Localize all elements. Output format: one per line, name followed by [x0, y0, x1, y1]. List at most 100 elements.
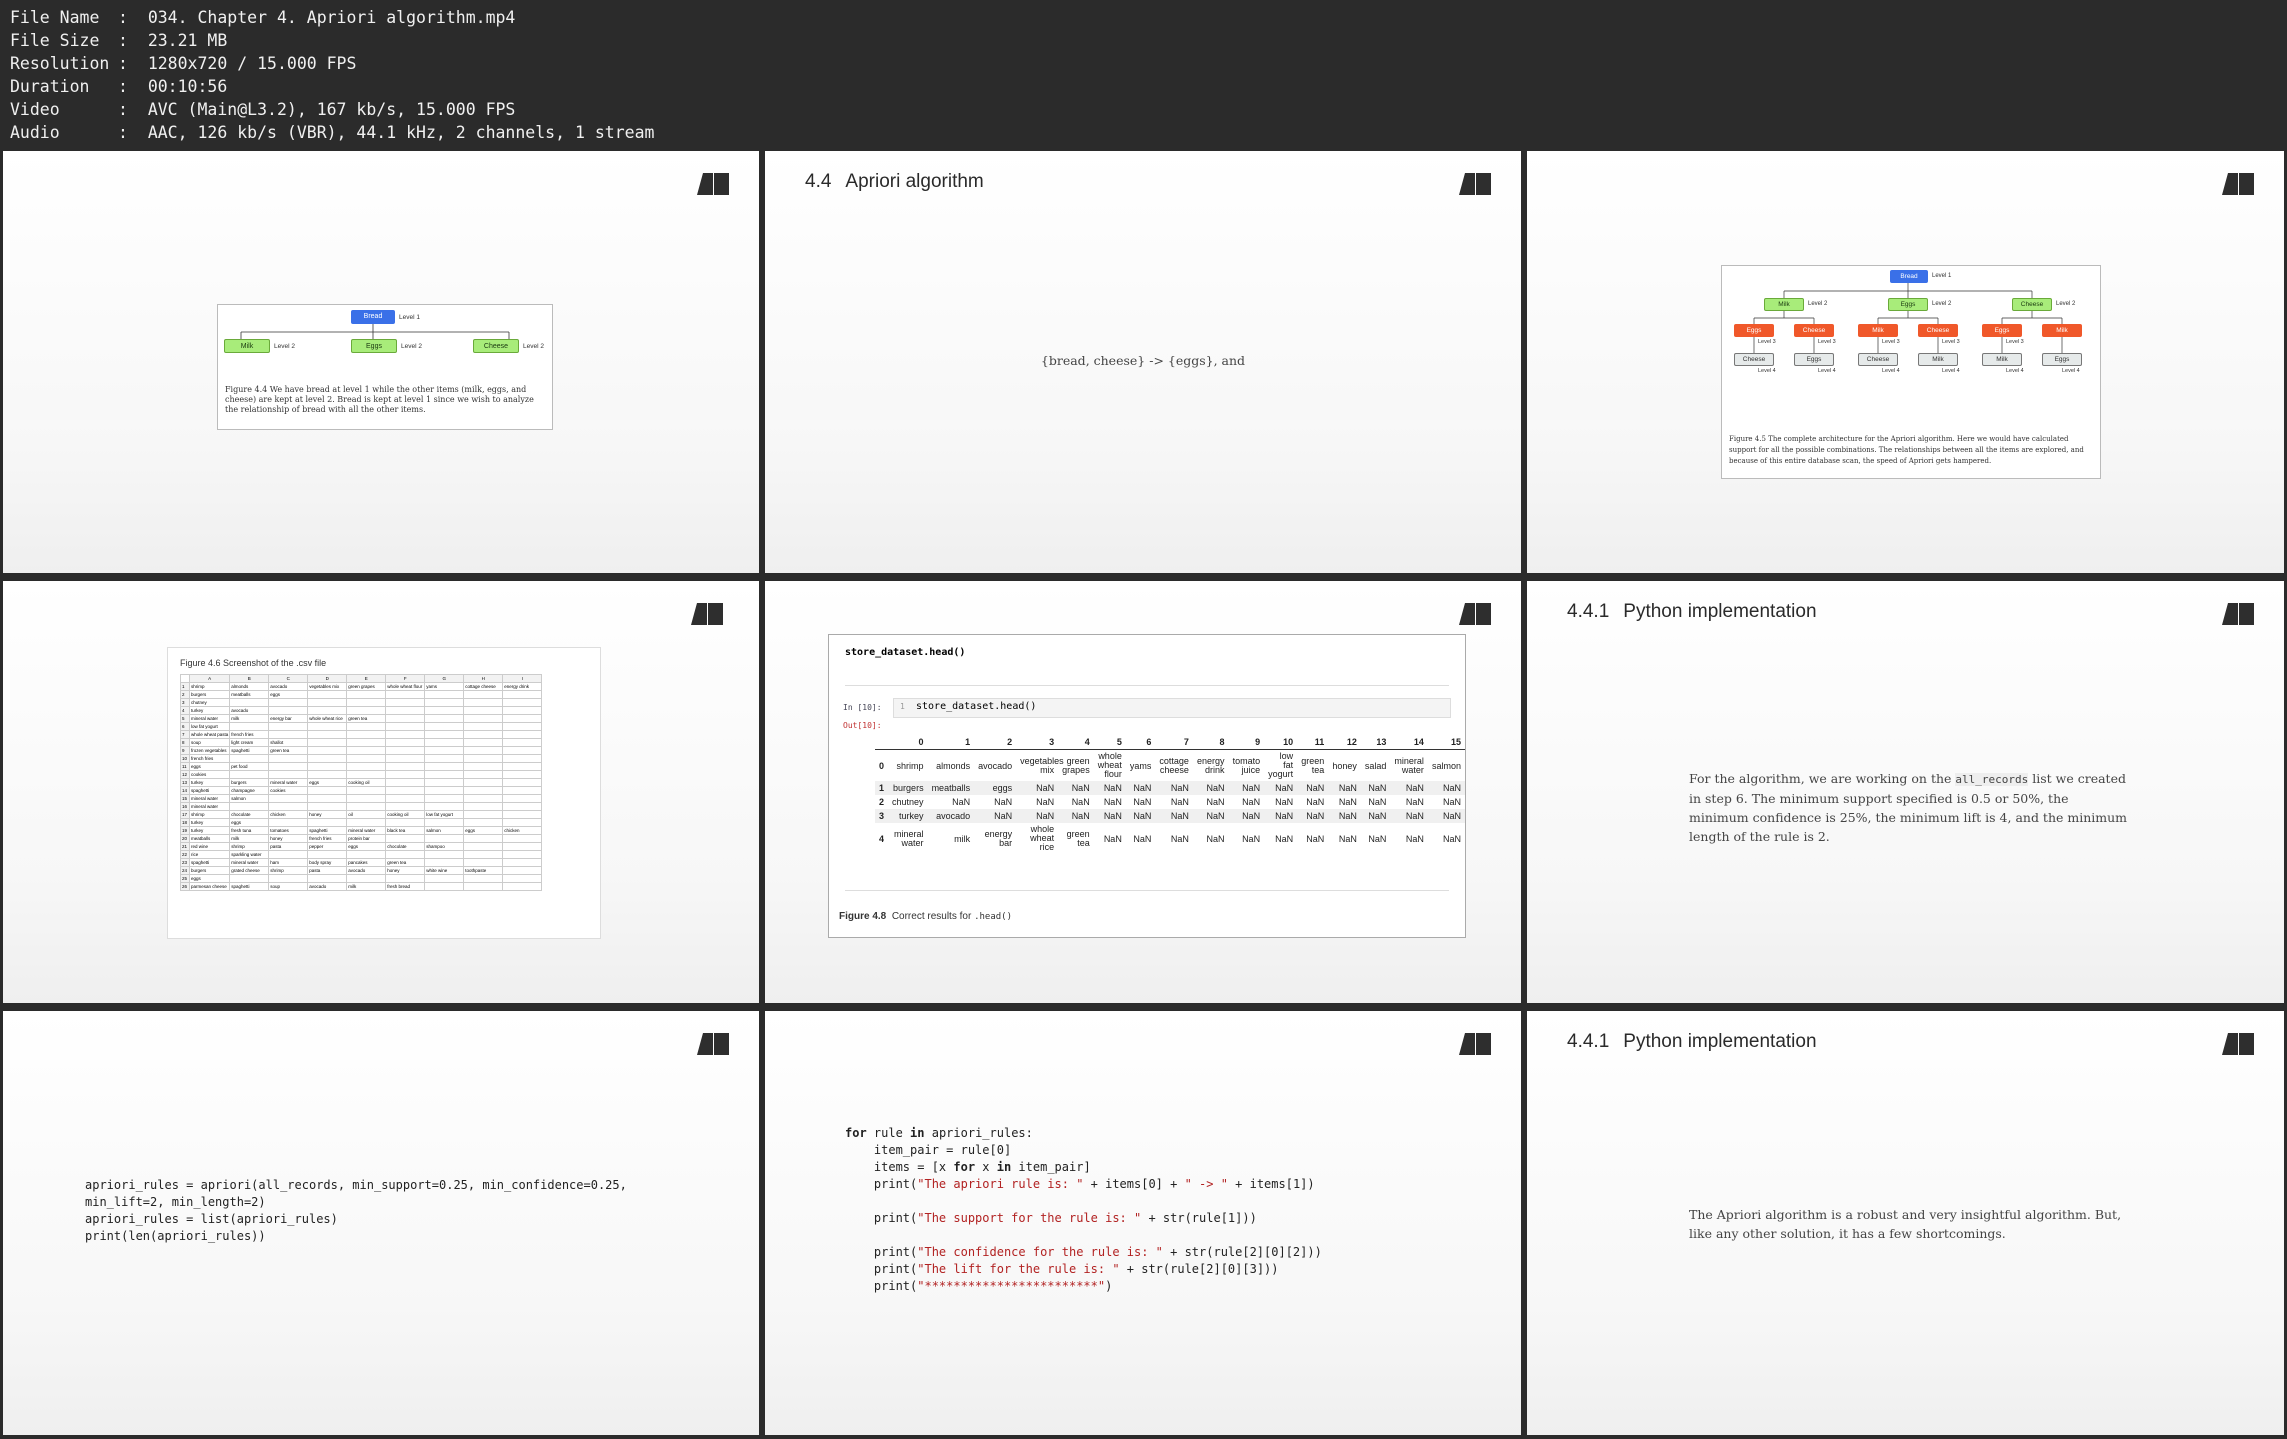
csv-cell: rice	[188, 850, 231, 859]
dataframe-cell: NaN	[1360, 781, 1391, 795]
csv-column-letter: C	[268, 674, 309, 683]
csv-cell	[424, 738, 465, 747]
dataframe-cell: NaN	[1264, 781, 1298, 795]
csv-cell	[346, 698, 387, 707]
csv-cell	[307, 850, 348, 859]
csv-cell	[463, 794, 504, 803]
level-label: Level 2	[1808, 301, 1828, 307]
csv-cell	[385, 834, 426, 843]
thumbnail-4[interactable]: Figure 4.6 Screenshot of the .csv file A…	[3, 581, 759, 1003]
dataframe-row-index: 0	[879, 760, 885, 771]
csv-cell: energy drink	[502, 682, 543, 691]
code-line: print("The apriori rule is: " + items[0]…	[845, 1177, 1315, 1191]
csv-cell	[229, 722, 270, 731]
thumbnail-3[interactable]: Bread Level 1 Milk Level 2 Eggs Level 2 …	[1527, 151, 2284, 573]
thumbnail-8[interactable]: for rule in apriori_rules: item_pair = r…	[765, 1011, 1521, 1435]
csv-row: 1 shrimp almonds avocado vegetables mix green…	[180, 682, 543, 691]
dataframe-cell: NaN	[1442, 797, 1461, 807]
level-label: Level 2	[2056, 301, 2076, 307]
thumbnail-5[interactable]: store_dataset.head() In [10]: 1 store_da…	[765, 581, 1521, 1003]
file-info-row: File Name: 034. Chapter 4. Apriori algor…	[10, 8, 516, 27]
dataframe-cell: NaN	[1390, 781, 1428, 795]
dataframe-cell: NaN	[1103, 833, 1122, 844]
dataframe-cell: NaN	[1427, 809, 1465, 823]
dataframe-cell: NaN	[1275, 797, 1294, 807]
thumbnail-9[interactable]: 4.4.1 Python implementation The Apriori a…	[1527, 1011, 2284, 1435]
level-label: Level 4	[2006, 368, 2024, 374]
dataframe-cell: NaN	[1242, 797, 1261, 807]
csv-cell	[502, 818, 543, 827]
dataframe-cell: NaN	[974, 809, 1017, 823]
dataframe-cell: NaN	[994, 797, 1013, 807]
csv-cell: eggs	[307, 778, 348, 787]
figure-caption: Figure 4.8 Correct results for .head()	[839, 911, 1012, 922]
csv-cell: chocolate	[385, 842, 426, 851]
code-line: print("The support for the rule is: " + …	[845, 1211, 1257, 1225]
csv-cell: eggs	[229, 818, 270, 827]
csv-row: 20 meatballs milk honey french fries protein …	[180, 834, 543, 843]
dataframe-cell: honey	[1332, 760, 1357, 771]
publisher-logo-icon	[2222, 173, 2254, 195]
csv-cell	[502, 770, 543, 779]
dataframe-cell: mineral water	[1394, 755, 1424, 775]
dataframe-column-header: 5	[1093, 735, 1126, 750]
csv-cell	[229, 874, 270, 883]
thumbnail-1[interactable]: Bread Level 1 Milk Level 2 Eggs Level 2 …	[3, 151, 759, 573]
out-prompt: Out[10]:	[843, 721, 882, 730]
csv-cell	[307, 730, 348, 739]
csv-cell: vegetables mix	[307, 682, 348, 691]
cell-code: store_dataset.head()	[916, 701, 1037, 712]
csv-cell	[502, 706, 543, 715]
dataframe-cell: NaN	[1125, 781, 1156, 795]
code-line: items = [x for x in item_pair]	[845, 1160, 1091, 1174]
level-label: Level 4	[1818, 368, 1836, 374]
csv-row: 16 mineral water	[180, 802, 543, 811]
thumbnail-6[interactable]: 4.4.1 Python implementation For the algor…	[1527, 581, 2284, 1003]
csv-cell: energy bar	[268, 714, 309, 723]
dataframe-cell: NaN	[1155, 781, 1193, 795]
code-cell[interactable]: 1 store_dataset.head()	[893, 698, 1451, 718]
in-prompt: In [10]:	[843, 703, 882, 712]
csv-row: 21 red wine shrimp pasta pepper eggs chocolate…	[180, 842, 543, 851]
file-info-row: Video: AVC (Main@L3.2), 167 kb/s, 15.000…	[10, 100, 516, 119]
dataframe-column-header: 10	[1264, 735, 1298, 750]
csv-row: 13 turkey burgers mineral water eggs cooking …	[180, 778, 543, 787]
csv-cell	[346, 770, 387, 779]
publisher-logo-icon	[1459, 1033, 1491, 1055]
csv-table: A B C D E F G H I 1 shrimp almonds avocado vegetables…	[180, 674, 543, 891]
thumbnail-2[interactable]: 4.4 Apriori algorithm {bread, cheese} -> …	[765, 151, 1521, 573]
csv-cell	[424, 850, 465, 859]
dataframe-cell: NaN	[1368, 797, 1387, 807]
dataframe-cell: whole wheat flour	[1097, 751, 1122, 779]
file-info-key: Duration	[10, 77, 90, 96]
csv-cell	[268, 874, 309, 883]
csv-cell	[424, 882, 465, 891]
csv-cell	[463, 746, 504, 755]
level-label: Level 3	[1882, 339, 1900, 345]
csv-cell: avocado	[229, 706, 270, 715]
csv-cell: cookies	[268, 786, 309, 795]
csv-cell	[229, 698, 270, 707]
csv-cell: turkey	[188, 706, 231, 715]
dataframe-row-index: 2	[879, 797, 885, 807]
csv-column-letter: D	[307, 674, 348, 683]
csv-cell: frozen vegetables	[188, 746, 231, 755]
csv-cell	[385, 738, 426, 747]
csv-cell: avocado	[307, 882, 348, 891]
csv-cell	[385, 706, 426, 715]
csv-cell	[463, 786, 504, 795]
dataframe-cell: meatballs	[927, 781, 975, 795]
csv-cell: chutney	[188, 698, 231, 707]
csv-cell	[346, 786, 387, 795]
code-line: min_lift=2, min_length=2)	[85, 1195, 266, 1209]
csv-cell	[502, 754, 543, 763]
csv-cell: burgers	[188, 690, 231, 699]
csv-column-letter: H	[463, 674, 504, 683]
dataframe-cell: NaN	[1427, 781, 1465, 795]
csv-cell	[463, 714, 504, 723]
thumbnail-7[interactable]: apriori_rules = apriori(all_records, min…	[3, 1011, 759, 1435]
csv-cell	[424, 714, 465, 723]
csv-row: 5 mineral water milk energy bar whole wheat …	[180, 714, 543, 723]
csv-cell: spaghetti	[188, 858, 231, 867]
csv-cell: pepper	[307, 842, 348, 851]
